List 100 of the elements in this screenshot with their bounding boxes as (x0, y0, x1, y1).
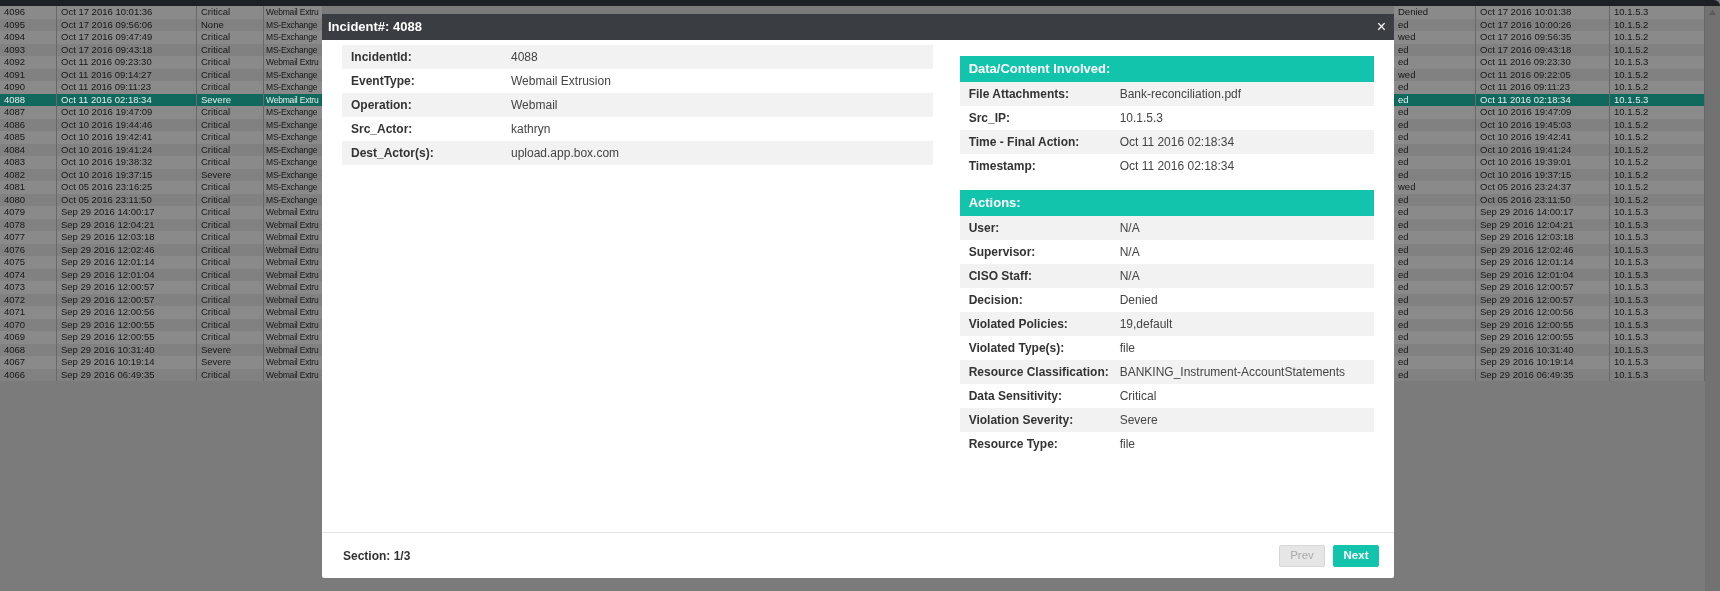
field-label: Resource Type: (967, 436, 1059, 453)
table-cell: ed (1394, 106, 1476, 119)
field-label: IncidentId: (350, 49, 413, 66)
table-cell: Critical (197, 6, 264, 19)
field-label: Violation Severity: (967, 412, 1075, 429)
field-label: Time - Final Action: (967, 134, 1081, 151)
field-value: N/A (1119, 244, 1140, 261)
table-cell: Oct 05 2016 23:24:37 (1476, 181, 1610, 194)
table-cell: ed (1394, 156, 1476, 169)
table-row[interactable]: Denied Oct 17 2016 10:01:38 10.1.5.3 (1394, 6, 1705, 19)
table-cell: Sep 29 2016 12:00:55 (1476, 331, 1610, 344)
field-label: Timestamp: (967, 158, 1037, 175)
table-cell: Oct 10 2016 19:47:09 (1476, 106, 1610, 119)
table-cell: Critical (197, 31, 264, 44)
table-row[interactable]: ed Oct 11 2016 09:23:30 10.1.5.3 (1394, 56, 1705, 69)
table-row[interactable]: ed Sep 29 2016 14:00:17 10.1.5.3 (1394, 206, 1705, 219)
table-cell: Critical (197, 331, 264, 344)
table-row[interactable]: ed Sep 29 2016 10:19:14 10.1.5.3 (1394, 356, 1705, 369)
table-cell: Sep 29 2016 12:03:18 (1476, 231, 1610, 244)
table-cell-text: Webmail Extru (265, 256, 320, 269)
table-row[interactable]: 4090 Oct 11 2016 09:11:23 Critical MS-Exchange (0, 81, 322, 94)
table-cell: Sep 29 2016 12:00:57 (1476, 281, 1610, 294)
table-row[interactable]: ed Sep 29 2016 12:00:55 10.1.5.3 (1394, 331, 1705, 344)
table-cell: Sep 29 2016 12:00:55 (57, 331, 197, 344)
table-cell: Sep 29 2016 10:19:14 (1476, 356, 1610, 369)
table-row[interactable]: 4075 Sep 29 2016 12:01:14 Critical Webmail Extru (0, 256, 322, 269)
scrollbar[interactable] (1705, 6, 1720, 591)
table-cell: 4085 (0, 131, 57, 144)
table-row[interactable]: 4085 Oct 10 2016 19:42:41 Critical MS-Exchange (0, 131, 322, 144)
table-cell: 4079 (0, 206, 57, 219)
table-row[interactable]: ed Oct 10 2016 19:42:41 10.1.5.2 (1394, 131, 1705, 144)
field-value: Oct 11 2016 02:18:34 (1119, 134, 1235, 151)
table-cell: Oct 11 2016 09:11:23 (1476, 81, 1610, 94)
table-row[interactable]: 4067 Sep 29 2016 10:19:14 Severe Webmail Extru (0, 356, 322, 369)
table-row[interactable]: 4069 Sep 29 2016 12:00:55 Critical Webmail Extru (0, 331, 322, 344)
table-cell: Oct 05 2016 23:16:25 (57, 181, 197, 194)
field-label: Violated Type(s): (967, 340, 1066, 357)
field-label: Decision: (967, 292, 1024, 309)
table-row[interactable]: ed Sep 29 2016 12:03:18 10.1.5.3 (1394, 231, 1705, 244)
table-cell-text: Webmail Extru (265, 356, 320, 369)
table-row[interactable]: 4096 Oct 17 2016 10:01:36 Critical Webmail Extru (0, 6, 322, 19)
table-row[interactable]: 4079 Sep 29 2016 14:00:17 Critical Webmail Extru (0, 206, 322, 219)
table-cell-text: Webmail Extru (265, 206, 320, 219)
field-label: Src_IP: (967, 110, 1011, 127)
table-cell: Critical (197, 56, 264, 69)
field-value: file (1119, 436, 1135, 453)
table-cell-text: MS-Exchange (265, 181, 319, 194)
table-cell: 4071 (0, 306, 57, 319)
table-cell-text: Webmail Extru (265, 331, 320, 344)
table-cell: Critical (197, 256, 264, 269)
table-cell: Oct 10 2016 19:42:41 (57, 131, 197, 144)
field-label: Supervisor: (967, 244, 1037, 261)
table-cell: Sep 29 2016 06:49:35 (1476, 368, 1610, 381)
section-header: Actions: (959, 190, 1374, 216)
field-value: Webmail Extrusion (511, 73, 611, 90)
table-cell: Sep 29 2016 14:00:17 (57, 206, 197, 219)
table-cell: 4090 (0, 81, 57, 94)
field-value: kathryn (511, 121, 551, 138)
table-cell-text: MS-Exchange (265, 168, 319, 181)
table-cell: Sep 29 2016 12:00:56 (57, 306, 197, 319)
table-cell: ed (1394, 281, 1476, 294)
table-row[interactable]: ed Oct 11 2016 09:11:23 10.1.5.2 (1394, 81, 1705, 94)
table-row[interactable]: ed Oct 10 2016 19:39:01 10.1.5.2 (1394, 156, 1705, 169)
table-row[interactable]: 4077 Sep 29 2016 12:03:18 Critical Webmail Extru (0, 231, 322, 244)
table-cell: 4069 (0, 331, 57, 344)
table-row[interactable]: ed Oct 10 2016 19:47:09 10.1.5.2 (1394, 106, 1705, 119)
field-value: Severe (1119, 412, 1158, 429)
field-label: Data Sensitivity: (967, 388, 1064, 405)
table-row[interactable]: 4087 Oct 10 2016 19:47:09 Critical MS-Exchange (0, 106, 322, 119)
table-row[interactable]: 4071 Sep 29 2016 12:00:56 Critical Webmail Extru (0, 306, 322, 319)
close-button[interactable]: × (1374, 19, 1388, 35)
table-row[interactable]: ed Sep 29 2016 12:00:56 10.1.5.3 (1394, 306, 1705, 319)
table-cell-text: MS-Exchange (265, 106, 319, 119)
table-cell: 4094 (0, 31, 57, 44)
table-cell: Critical (197, 131, 264, 144)
table-row[interactable]: 4092 Oct 11 2016 09:23:30 Critical Webmail Extru (0, 56, 322, 69)
table-cell: wed (1394, 181, 1476, 194)
table-row[interactable]: ed Sep 29 2016 12:01:14 10.1.5.3 (1394, 256, 1705, 269)
table-row[interactable]: wed Oct 17 2016 09:56:35 10.1.5.2 (1394, 31, 1705, 44)
table-cell-text: Webmail Extru (265, 318, 320, 331)
table-cell-text: Webmail Extru (265, 218, 320, 231)
field-label: Violated Policies: (967, 316, 1069, 333)
table-cell-text: MS-Exchange (265, 68, 319, 81)
table-row[interactable]: 4073 Sep 29 2016 12:00:57 Critical Webmail Extru (0, 281, 322, 294)
table-row[interactable]: 4081 Oct 05 2016 23:16:25 Critical MS-Exchange (0, 181, 322, 194)
table-cell: Oct 11 2016 09:23:30 (1476, 56, 1610, 69)
table-row[interactable]: 4083 Oct 10 2016 19:38:32 Critical MS-Exchange (0, 156, 322, 169)
field-label: Dest_Actor(s): (350, 145, 435, 162)
scroll-up-icon[interactable] (1709, 10, 1716, 15)
field-label: EventType: (350, 73, 416, 90)
table-cell: Denied (1394, 6, 1476, 19)
table-cell: Critical (197, 81, 264, 94)
table-cell: ed (1394, 131, 1476, 144)
field-value: 10.1.5.3 (1119, 110, 1164, 127)
table-row[interactable]: wed Oct 05 2016 23:24:37 10.1.5.2 (1394, 181, 1705, 194)
table-row[interactable]: ed Sep 29 2016 12:00:57 10.1.5.3 (1394, 281, 1705, 294)
table-cell-text: Webmail Extru (265, 268, 320, 281)
table-cell: 4067 (0, 356, 57, 369)
field-label: CISO Staff: (967, 268, 1033, 285)
table-row[interactable]: 4094 Oct 17 2016 09:47:49 Critical MS-Exchange (0, 31, 322, 44)
